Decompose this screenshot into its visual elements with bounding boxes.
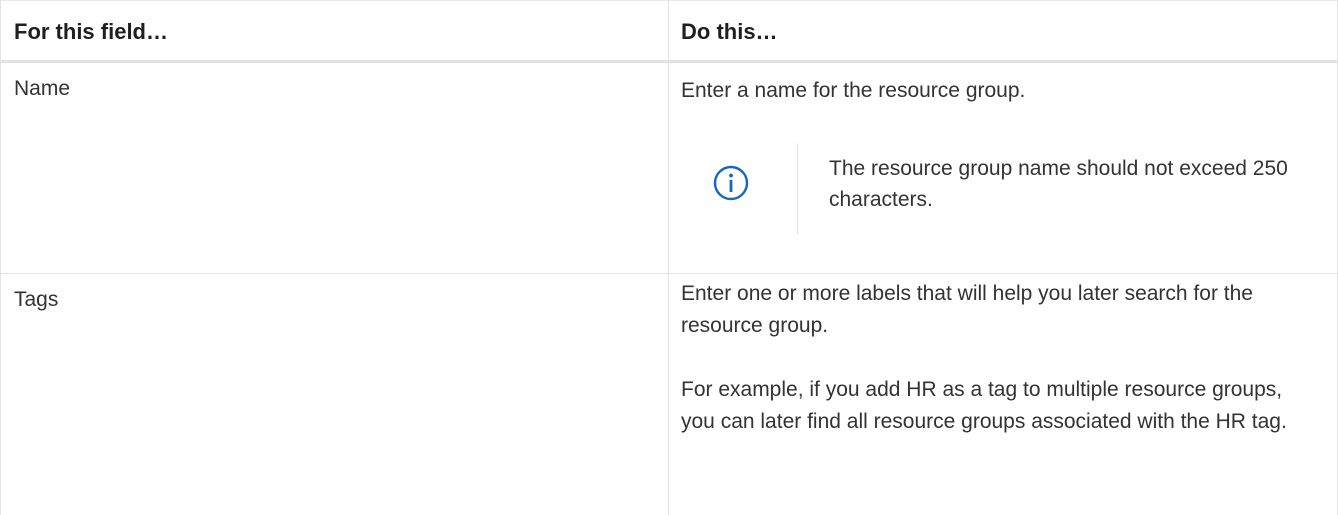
note-callout: The resource group name should not excee… [681, 135, 1321, 235]
header-action-column: Do this… [681, 19, 778, 44]
field-label-name: Name [14, 77, 71, 100]
field-description-table: For this field… Do this… Name Enter a na… [0, 0, 1338, 515]
note-divider [797, 143, 798, 235]
info-icon [713, 165, 749, 201]
tags-description: Enter one or more labels that will help … [681, 282, 1253, 337]
table-border-left [0, 0, 1, 515]
table-row-tags: Tags Enter one or more labels that will … [0, 274, 1338, 515]
field-label-tags: Tags [14, 288, 59, 311]
table-header-row: For this field… Do this… [0, 0, 1338, 63]
note-text: The resource group name should not excee… [829, 157, 1288, 211]
header-field-column: For this field… [14, 19, 168, 44]
table-column-divider [668, 0, 669, 515]
tags-example: For example, if you add HR as a tag to m… [681, 378, 1287, 433]
table-row-name: Name Enter a name for the resource group… [0, 63, 1338, 274]
name-description: Enter a name for the resource group. [681, 79, 1026, 102]
